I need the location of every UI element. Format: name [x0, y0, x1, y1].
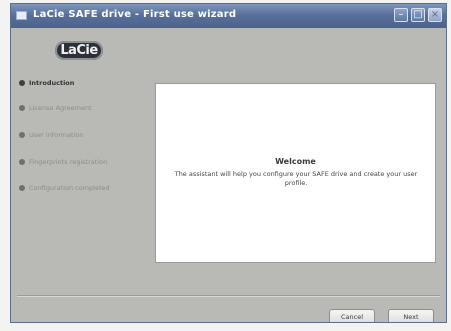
step-bullet-icon [19, 159, 25, 165]
step-label: User information [29, 131, 84, 139]
minimize-icon[interactable]: – [394, 8, 408, 22]
step-label: Fingerprints registration [29, 158, 108, 166]
welcome-text: The assistant will help you configure yo… [174, 170, 418, 187]
lacie-logo: LaCie [55, 41, 103, 60]
window-title: LaCie SAFE drive - First use wizard [33, 9, 237, 20]
footer-separator [17, 295, 440, 296]
close-icon[interactable]: × [428, 8, 442, 22]
next-button[interactable]: Next [388, 309, 434, 322]
step-bullet-icon [19, 80, 25, 86]
step-bullet-icon [19, 132, 25, 138]
title-bar[interactable]: LaCie SAFE drive - First use wizard – □ … [11, 4, 446, 28]
step-bullet-icon [19, 185, 25, 191]
wizard-window: LaCie SAFE drive - First use wizard – □ … [10, 3, 447, 323]
welcome-title: Welcome [275, 157, 316, 166]
window-icon [16, 11, 27, 20]
step-bullet-icon [19, 105, 25, 111]
maximize-icon[interactable]: □ [411, 8, 425, 22]
welcome-panel: Welcome The assistant will help you conf… [155, 83, 436, 263]
cancel-button[interactable]: Cancel [329, 309, 375, 322]
step-label: Configuration completed [29, 184, 110, 192]
step-label: Introduction [29, 79, 75, 87]
step-label: License Agreement [29, 104, 92, 112]
